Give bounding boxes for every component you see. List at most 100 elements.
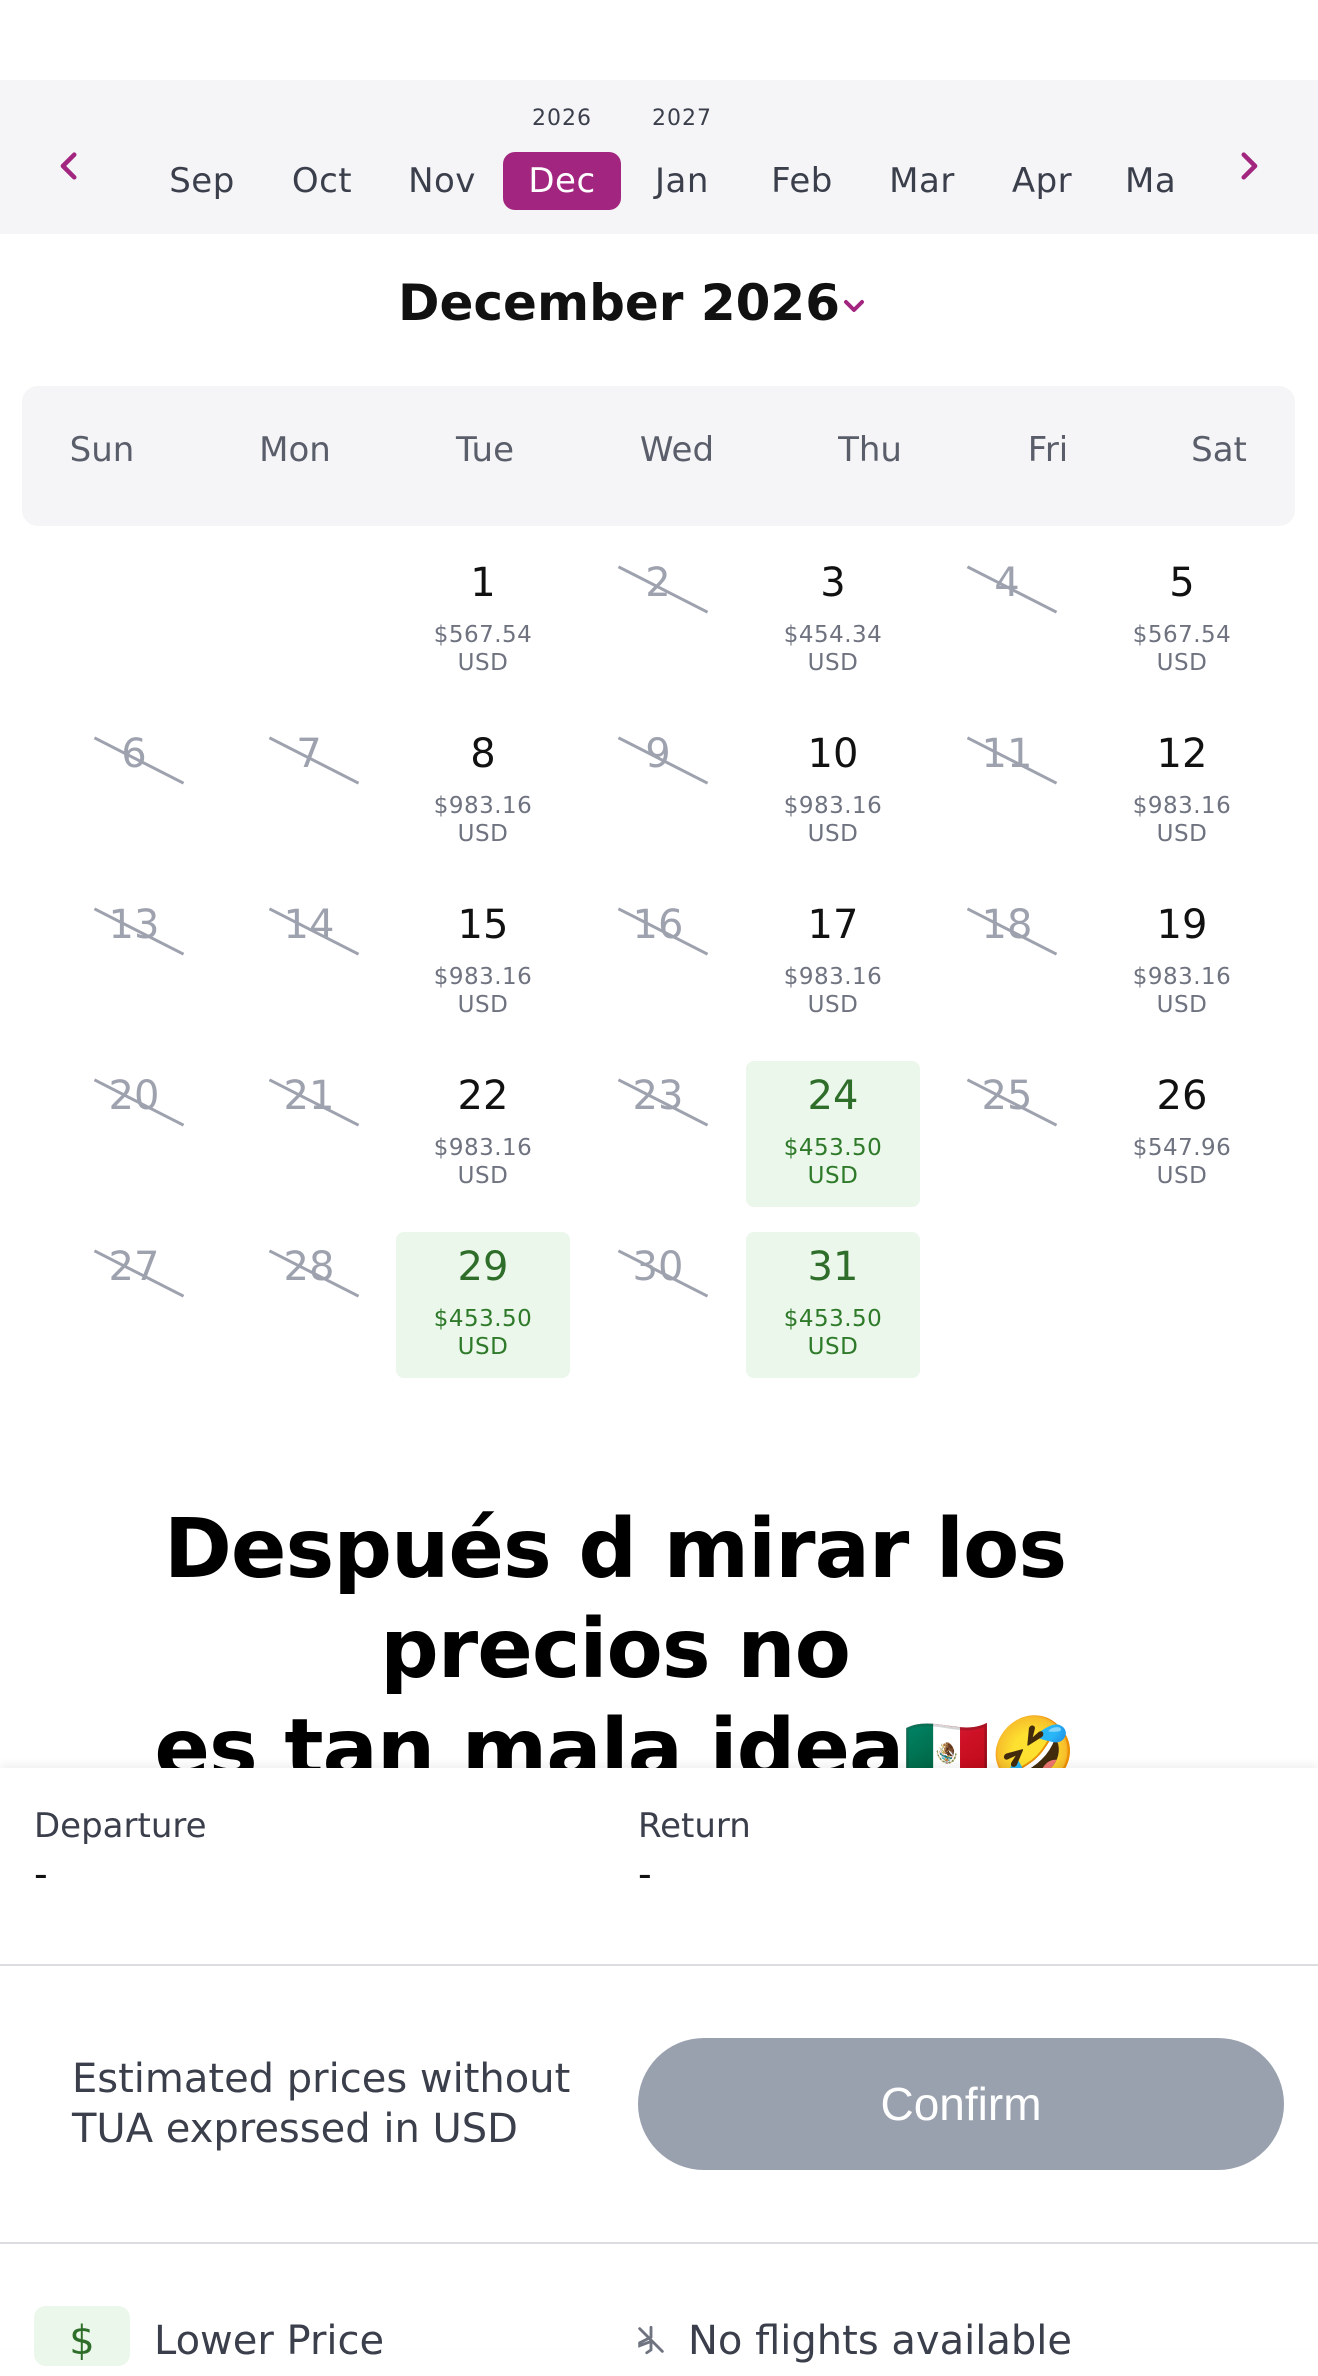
day-price: $983.16 [433,964,533,990]
calendar-day-31[interactable]: 31 $453.50 USD [746,1232,920,1378]
calendar-day-14: 14 [222,890,396,1036]
chevron-right-icon [1241,152,1258,180]
month-tab-feb[interactable]: Feb [743,152,861,210]
day-currency: USD [807,992,859,1018]
day-currency: USD [1156,821,1208,847]
month-tab-sep[interactable]: Sep [143,152,261,210]
divider [0,2242,1318,2244]
day-price: $454.34 [783,622,883,648]
calendar-day-18: 18 [920,890,1094,1036]
return-label: Return [638,1806,751,1846]
day-price: $983.16 [783,964,883,990]
day-number: 19 [1156,902,1208,948]
chevron-down-icon[interactable] [838,290,870,322]
day-number: 3 [820,560,846,606]
day-currency: USD [1156,650,1208,676]
day-number: 24 [807,1073,859,1119]
weekday-sun: Sun [69,430,135,470]
dollar-icon: $ [34,2306,130,2366]
calendar-month-title[interactable]: December 2026 [0,274,1318,332]
day-currency: USD [807,650,859,676]
day-number: 6 [121,731,147,777]
calendar-day-2: 2 [571,548,745,694]
weekday-mon: Mon [259,430,331,470]
confirm-button[interactable]: Confirm [638,2038,1284,2170]
day-number: 30 [632,1244,684,1290]
month-tab-jan[interactable]: Jan [623,152,741,210]
calendar-day-8[interactable]: 8 $983.16 USD [396,719,570,865]
month-tab-nov[interactable]: Nov [383,152,501,210]
departure-value[interactable]: - [34,1852,48,1896]
calendar-day-23: 23 [571,1061,745,1207]
day-currency: USD [1156,1163,1208,1189]
calendar-day-29[interactable]: 29 $453.50 USD [396,1232,570,1378]
day-price: $453.50 [783,1135,883,1161]
day-number: 2 [645,560,671,606]
calendar-day-10[interactable]: 10 $983.16 USD [746,719,920,865]
departure-label: Departure [34,1806,207,1846]
calendar-day-24[interactable]: 24 $453.50 USD [746,1061,920,1207]
day-currency: USD [807,1163,859,1189]
caption-line-1: Después d mirar los precios no [163,1502,1067,1697]
day-number: 20 [108,1073,160,1119]
calendar-day-26[interactable]: 26 $547.96 USD [1095,1061,1269,1207]
legend-lower-price: Lower Price [154,2318,385,2364]
month-tab-oct[interactable]: Oct [263,152,381,210]
day-number: 14 [283,902,335,948]
next-month-button[interactable] [1218,136,1278,196]
calendar-day-21: 21 [222,1061,396,1207]
plane-off-icon [638,2325,664,2355]
day-number: 1 [470,560,496,606]
day-number: 31 [807,1244,859,1290]
day-price: $547.96 [1132,1135,1232,1161]
day-number: 15 [457,902,509,948]
weekday-tue: Tue [455,430,515,470]
day-number: 9 [645,731,671,777]
calendar-day-28: 28 [222,1232,396,1378]
divider [0,1964,1318,1966]
day-number: 27 [108,1244,160,1290]
calendar-day-17[interactable]: 17 $983.16 USD [746,890,920,1036]
day-price: $567.54 [433,622,533,648]
month-tab-mar[interactable]: Mar [863,152,981,210]
day-number: 10 [807,731,859,777]
calendar-day-25: 25 [920,1061,1094,1207]
day-price: $453.50 [783,1306,883,1332]
day-number: 8 [470,731,496,777]
month-tab-dec[interactable]: Dec [503,152,621,210]
day-currency: USD [457,992,509,1018]
calendar-day-3[interactable]: 3 $454.34 USD [746,548,920,694]
return-value[interactable]: - [638,1852,652,1896]
day-number: 4 [994,560,1020,606]
day-number: 7 [296,731,322,777]
calendar-day-12[interactable]: 12 $983.16 USD [1095,719,1269,865]
calendar-day-30: 30 [571,1232,745,1378]
weekday-wed: Wed [639,430,715,470]
calendar-day-19[interactable]: 19 $983.16 USD [1095,890,1269,1036]
month-tab-apr[interactable]: Apr [983,152,1101,210]
calendar-day-5[interactable]: 5 $567.54 USD [1095,548,1269,694]
calendar-day-27: 27 [47,1232,221,1378]
day-number: 28 [283,1244,335,1290]
previous-month-button[interactable] [40,136,100,196]
day-price: $567.54 [1132,622,1232,648]
day-number: 29 [457,1244,509,1290]
day-currency: USD [1156,992,1208,1018]
month-tab-may[interactable]: Ma [1103,152,1199,210]
day-price: $983.16 [1132,793,1232,819]
calendar-day-22[interactable]: 22 $983.16 USD [396,1061,570,1207]
day-number: 26 [1156,1073,1208,1119]
weekday-fri: Fri [1027,430,1069,470]
day-number: 5 [1169,560,1195,606]
day-currency: USD [457,650,509,676]
weekday-sat: Sat [1191,430,1247,470]
day-number: 25 [981,1073,1033,1119]
day-number: 23 [632,1073,684,1119]
calendar-day-20: 20 [47,1061,221,1207]
day-number: 17 [807,902,859,948]
calendar-day-15[interactable]: 15 $983.16 USD [396,890,570,1036]
calendar-day-16: 16 [571,890,745,1036]
day-price: $983.16 [783,793,883,819]
calendar-day-1[interactable]: 1 $567.54 USD [396,548,570,694]
year-label-2027: 2027 [652,106,712,131]
